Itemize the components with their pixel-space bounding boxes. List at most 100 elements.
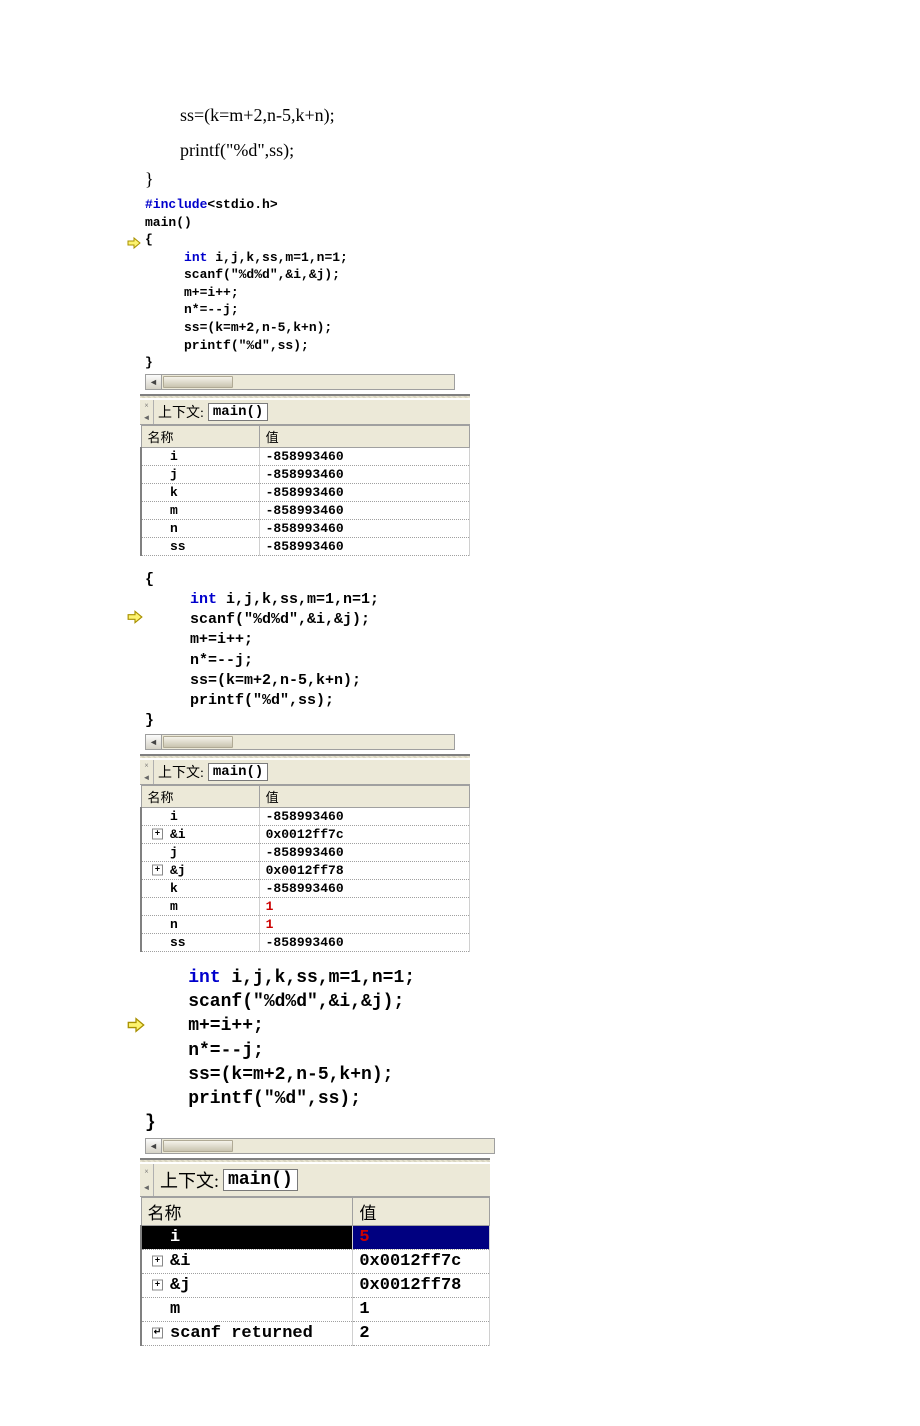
watch-name-cell[interactable]: +&j <box>141 861 259 879</box>
code-line: n*=--j; <box>145 1039 920 1063</box>
code-line: int i,j,k,ss,m=1,n=1; <box>145 590 920 610</box>
expand-icon[interactable]: + <box>152 829 163 840</box>
h-scrollbar[interactable]: ◄ <box>145 374 455 390</box>
watch-name-cell[interactable]: n <box>141 519 259 537</box>
watch-value-cell[interactable]: -858993460 <box>259 447 469 465</box>
context-dropdown[interactable]: main() <box>208 763 268 781</box>
watch-name-cell[interactable]: k <box>141 483 259 501</box>
table-row[interactable]: m1 <box>141 1297 490 1321</box>
watch-name-cell[interactable]: +&i <box>141 1249 353 1273</box>
watch-name-cell[interactable]: ss <box>141 537 259 555</box>
watch-value-cell[interactable]: -858993460 <box>259 933 469 951</box>
intro-line-2: printf("%d",ss); <box>0 135 920 166</box>
col-name[interactable]: 名称 <box>141 425 259 447</box>
watch-value-cell[interactable]: 0x0012ff7c <box>353 1249 490 1273</box>
col-name[interactable]: 名称 <box>141 785 259 807</box>
h-scrollbar[interactable]: ◄ <box>145 1138 495 1154</box>
code-line: #include<stdio.h> <box>145 196 920 214</box>
watch-name-cell[interactable]: i <box>141 447 259 465</box>
table-row[interactable]: ss-858993460 <box>141 537 470 555</box>
watch-value-cell[interactable]: 1 <box>353 1297 490 1321</box>
watch-value-cell[interactable]: 0x0012ff78 <box>353 1273 490 1297</box>
watch-name-cell[interactable]: ss <box>141 933 259 951</box>
scroll-thumb[interactable] <box>163 736 233 748</box>
scroll-thumb[interactable] <box>163 376 233 388</box>
watch-name-cell[interactable]: i <box>141 1225 353 1249</box>
table-row[interactable]: +&i0x0012ff7c <box>141 825 470 843</box>
watch-value-cell[interactable]: -858993460 <box>259 843 469 861</box>
watch-value-cell[interactable]: -858993460 <box>259 807 469 825</box>
table-row[interactable]: i-858993460 <box>141 447 470 465</box>
table-row[interactable]: ss-858993460 <box>141 933 470 951</box>
watch-value-cell[interactable]: 2 <box>353 1321 490 1345</box>
scroll-left-button[interactable]: ◄ <box>146 735 162 749</box>
table-row[interactable]: m1 <box>141 897 470 915</box>
watch-value-cell[interactable]: -858993460 <box>259 519 469 537</box>
watch-table[interactable]: 名称 值 i-858993460+&i0x0012ff7cj-858993460… <box>140 785 470 952</box>
watch-value-cell[interactable]: 1 <box>259 915 469 933</box>
watch-name-cell[interactable]: n <box>141 915 259 933</box>
watch-name-cell[interactable]: j <box>141 465 259 483</box>
pane-toggle[interactable]: ×◄ <box>140 1164 154 1196</box>
table-row[interactable]: m-858993460 <box>141 501 470 519</box>
scroll-left-button[interactable]: ◄ <box>146 1139 162 1153</box>
code-line: ss=(k=m+2,n-5,k+n); <box>145 319 920 337</box>
pane-toggle[interactable]: ×◄ <box>140 400 154 424</box>
watch-value-cell[interactable]: -858993460 <box>259 879 469 897</box>
code-editor[interactable]: int i,j,k,ss,m=1,n=1; scanf("%d%d",&i,&j… <box>145 966 920 1136</box>
table-row[interactable]: n-858993460 <box>141 519 470 537</box>
table-row[interactable]: n1 <box>141 915 470 933</box>
exec-arrow-icon <box>127 236 141 250</box>
table-row[interactable]: k-858993460 <box>141 483 470 501</box>
expand-icon[interactable]: + <box>152 1256 163 1267</box>
watch-name-cell[interactable]: i <box>141 807 259 825</box>
watch-value-cell[interactable]: -858993460 <box>259 483 469 501</box>
table-row[interactable]: +&i0x0012ff7c <box>141 1249 490 1273</box>
context-dropdown[interactable]: main() <box>223 1169 298 1191</box>
watch-value-cell[interactable]: 1 <box>259 897 469 915</box>
expand-icon[interactable]: + <box>152 865 163 876</box>
watch-name-cell[interactable]: +&i <box>141 825 259 843</box>
table-row[interactable]: +&j0x0012ff78 <box>141 1273 490 1297</box>
table-row[interactable]: k-858993460 <box>141 879 470 897</box>
table-row[interactable]: j-858993460 <box>141 465 470 483</box>
scroll-thumb[interactable] <box>163 1140 233 1152</box>
return-icon[interactable]: ↵ <box>152 1328 163 1339</box>
table-row[interactable]: ↵scanf returned2 <box>141 1321 490 1345</box>
code-line: m+=i++; <box>145 284 920 302</box>
col-value[interactable]: 值 <box>353 1197 490 1225</box>
watch-value-cell[interactable]: -858993460 <box>259 501 469 519</box>
context-bar: ×◄ 上下文: main() <box>140 1164 490 1197</box>
context-dropdown[interactable]: main() <box>208 403 268 421</box>
watch-value-cell[interactable]: -858993460 <box>259 465 469 483</box>
watch-name-cell[interactable]: +&j <box>141 1273 353 1297</box>
watch-value-cell[interactable]: -858993460 <box>259 537 469 555</box>
watch-table[interactable]: 名称 值 i5+&i0x0012ff7c+&j0x0012ff78m1↵scan… <box>140 1197 490 1346</box>
watch-name-cell[interactable]: m <box>141 1297 353 1321</box>
watch-name-cell[interactable]: j <box>141 843 259 861</box>
pane-toggle[interactable]: ×◄ <box>140 760 154 784</box>
expand-icon[interactable]: + <box>152 1280 163 1291</box>
col-name[interactable]: 名称 <box>141 1197 353 1225</box>
h-scrollbar[interactable]: ◄ <box>145 734 455 750</box>
col-value[interactable]: 值 <box>259 425 469 447</box>
watch-name-cell[interactable]: ↵scanf returned <box>141 1321 353 1345</box>
code-line: int i,j,k,ss,m=1,n=1; <box>145 249 920 267</box>
col-value[interactable]: 值 <box>259 785 469 807</box>
table-row[interactable]: +&j0x0012ff78 <box>141 861 470 879</box>
watch-value-cell[interactable]: 0x0012ff78 <box>259 861 469 879</box>
watch-value-cell[interactable]: 5 <box>353 1225 490 1249</box>
watch-name-cell[interactable]: k <box>141 879 259 897</box>
watch-name-cell[interactable]: m <box>141 501 259 519</box>
table-row[interactable]: i-858993460 <box>141 807 470 825</box>
code-line: printf("%d",ss); <box>145 691 920 711</box>
scroll-left-button[interactable]: ◄ <box>146 375 162 389</box>
watch-table[interactable]: 名称 值 i-858993460j-858993460k-858993460m-… <box>140 425 470 556</box>
watch-name-cell[interactable]: m <box>141 897 259 915</box>
code-editor[interactable]: #include<stdio.h>main(){ int i,j,k,ss,m=… <box>145 196 920 371</box>
gutter <box>127 966 143 1136</box>
watch-value-cell[interactable]: 0x0012ff7c <box>259 825 469 843</box>
table-row[interactable]: j-858993460 <box>141 843 470 861</box>
table-row[interactable]: i5 <box>141 1225 490 1249</box>
code-editor[interactable]: { int i,j,k,ss,m=1,n=1; scanf("%d%d",&i,… <box>145 570 920 732</box>
